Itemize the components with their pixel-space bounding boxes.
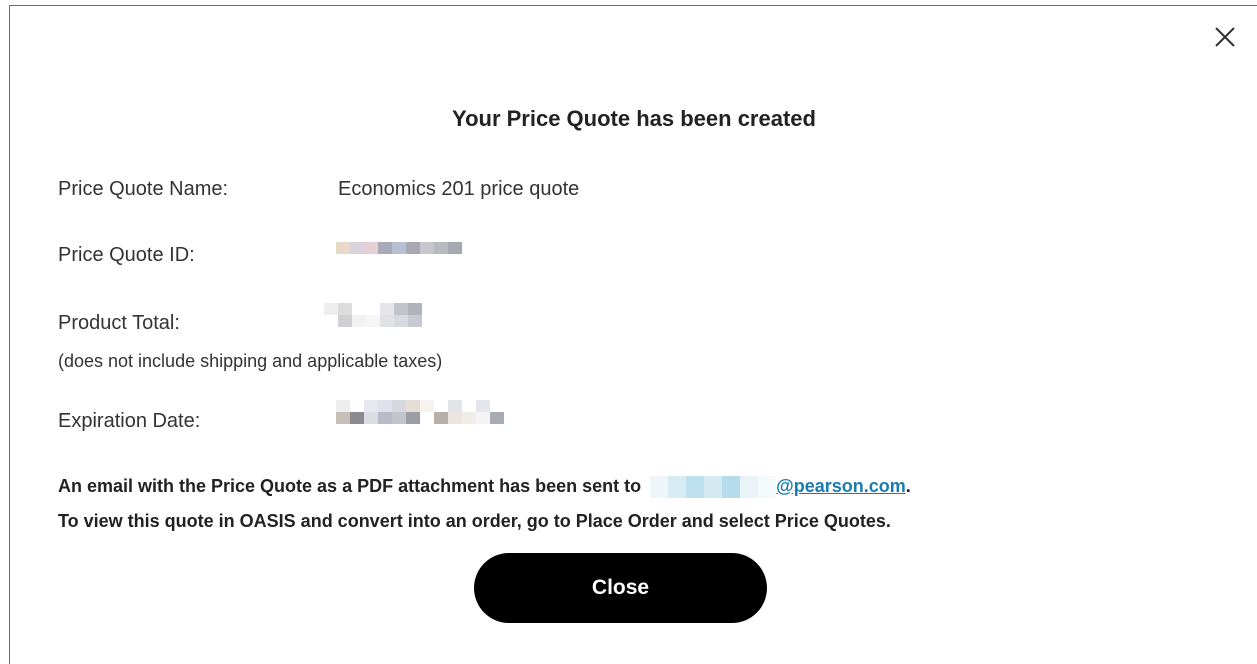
close-icon[interactable] xyxy=(1210,22,1240,52)
quote-id-redacted xyxy=(336,242,462,254)
email-local-redacted xyxy=(650,476,777,499)
email-message-prefix: An email with the Price Quote as a PDF a… xyxy=(58,476,642,496)
quote-name-label: Price Quote Name: xyxy=(58,178,229,200)
dialog-title: Your Price Quote has been created xyxy=(452,106,816,131)
close-button[interactable]: Close xyxy=(474,553,767,623)
expiration-date-redacted xyxy=(336,400,574,424)
email-sent-message: An email with the Price Quote as a PDF a… xyxy=(58,476,911,499)
email-link[interactable]: @pearson.com xyxy=(776,476,906,496)
product-total-label: Product Total: xyxy=(58,312,180,334)
price-quote-dialog: Your Price Quote has been created Price … xyxy=(9,5,1257,664)
instruction-message: To view this quote in OASIS and convert … xyxy=(58,511,891,531)
quote-name-value: Economics 201 price quote xyxy=(338,178,580,200)
email-message-suffix: . xyxy=(905,476,911,496)
expiration-date-label: Expiration Date: xyxy=(58,410,201,432)
quote-id-label: Price Quote ID: xyxy=(58,244,195,266)
product-total-note: (does not include shipping and applicabl… xyxy=(58,351,443,371)
product-total-redacted xyxy=(324,303,422,327)
